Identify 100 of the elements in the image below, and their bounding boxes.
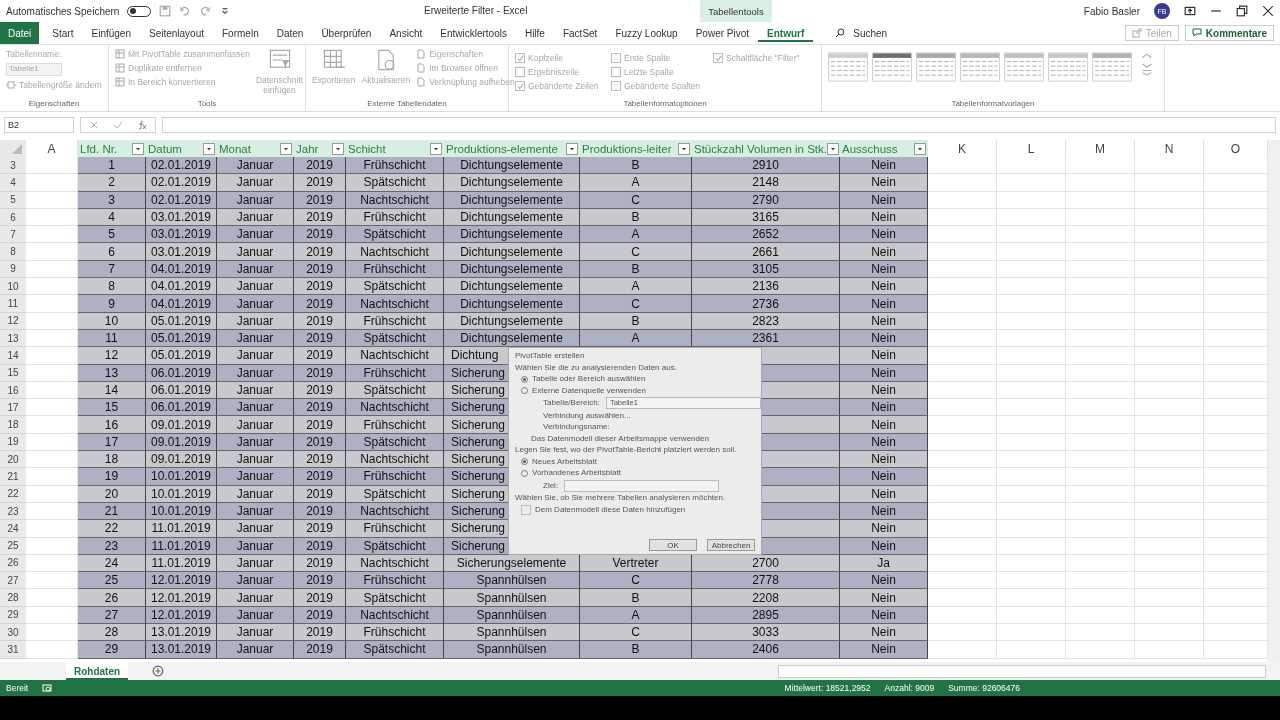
grid-cell[interactable] xyxy=(1204,520,1268,538)
grid-cell[interactable] xyxy=(1066,520,1135,538)
search-label[interactable]: Suchen xyxy=(853,27,888,39)
grid-cell[interactable] xyxy=(1204,572,1268,590)
row-header[interactable]: 27 xyxy=(0,572,26,590)
grid-cell[interactable] xyxy=(928,347,997,365)
grid-cell[interactable] xyxy=(997,157,1066,175)
grid-cell[interactable] xyxy=(1204,278,1268,296)
grid-cell[interactable] xyxy=(997,451,1066,469)
ribbon-tab[interactable]: Einfügen xyxy=(82,22,140,44)
table-style-thumbnail[interactable] xyxy=(828,51,869,83)
grid-cell[interactable] xyxy=(928,278,997,296)
grid-cell[interactable] xyxy=(1135,174,1204,192)
grid-cell[interactable] xyxy=(1135,520,1204,538)
grid-cell[interactable] xyxy=(997,520,1066,538)
grid-cell[interactable] xyxy=(26,416,78,434)
grid-cell[interactable] xyxy=(997,624,1066,642)
filter-dropdown-icon[interactable] xyxy=(132,142,144,155)
filter-dropdown-icon[interactable] xyxy=(566,142,578,155)
grid-cell[interactable] xyxy=(1204,416,1268,434)
row-header[interactable]: 11 xyxy=(0,295,26,313)
grid-cell[interactable] xyxy=(1135,451,1204,469)
grid-cell[interactable] xyxy=(1066,243,1135,261)
grid-cell[interactable] xyxy=(997,399,1066,417)
row-header[interactable]: 31 xyxy=(0,641,26,659)
grid-cell[interactable] xyxy=(1135,295,1204,313)
grid-cell[interactable] xyxy=(26,174,78,192)
grid-cell[interactable] xyxy=(26,451,78,469)
grid-cell[interactable] xyxy=(1135,624,1204,642)
grid-cell[interactable] xyxy=(1204,468,1268,486)
row-header[interactable]: 18 xyxy=(0,416,26,434)
filter-dropdown-icon[interactable] xyxy=(280,142,292,155)
ribbon-tab[interactable]: Überprüfen xyxy=(312,22,381,44)
grid-cell[interactable] xyxy=(928,174,997,192)
grid-cell[interactable] xyxy=(928,226,997,244)
table-style-thumbnail[interactable] xyxy=(1092,51,1133,83)
grid-cell[interactable] xyxy=(997,295,1066,313)
grid-cell[interactable] xyxy=(1204,589,1268,607)
ribbon-tab[interactable]: Entwurf xyxy=(758,24,814,42)
grid-cell[interactable] xyxy=(26,641,78,659)
grid-cell[interactable] xyxy=(1066,572,1135,590)
grid-cell[interactable] xyxy=(26,572,78,590)
grid-cell[interactable] xyxy=(1135,589,1204,607)
grid-cell[interactable] xyxy=(26,468,78,486)
ok-button[interactable]: OK xyxy=(649,539,697,551)
grid-cell[interactable] xyxy=(928,243,997,261)
name-box[interactable]: B2 xyxy=(4,117,74,133)
grid-cell[interactable] xyxy=(26,624,78,642)
grid-cell[interactable] xyxy=(928,520,997,538)
grid-cell[interactable] xyxy=(928,451,997,469)
grid-cell[interactable] xyxy=(1066,589,1135,607)
row-header[interactable]: 3 xyxy=(0,157,26,175)
grid-cell[interactable] xyxy=(1066,624,1135,642)
grid-cell[interactable] xyxy=(26,520,78,538)
grid-cell[interactable] xyxy=(1135,243,1204,261)
filter-dropdown-icon[interactable] xyxy=(678,142,690,155)
grid-cell[interactable] xyxy=(1204,295,1268,313)
horizontal-scrollbar[interactable] xyxy=(778,664,1266,678)
grid-cell[interactable] xyxy=(1135,468,1204,486)
grid-cell[interactable] xyxy=(928,295,997,313)
grid-cell[interactable] xyxy=(1204,399,1268,417)
grid-cell[interactable] xyxy=(928,416,997,434)
grid-cell[interactable] xyxy=(928,641,997,659)
grid-cell[interactable] xyxy=(997,589,1066,607)
grid-cell[interactable] xyxy=(1066,451,1135,469)
vertical-scrollbar[interactable] xyxy=(1268,140,1280,662)
grid-cell[interactable] xyxy=(26,295,78,313)
ribbon-tab[interactable]: Ansicht xyxy=(380,22,432,44)
row-header[interactable]: 21 xyxy=(0,468,26,486)
row-header[interactable]: 20 xyxy=(0,451,26,469)
grid-cell[interactable] xyxy=(1204,347,1268,365)
grid-cell[interactable] xyxy=(997,226,1066,244)
row-header[interactable]: 30 xyxy=(0,624,26,642)
grid-cell[interactable] xyxy=(928,589,997,607)
grid-cell[interactable] xyxy=(1204,174,1268,192)
grid-cell[interactable] xyxy=(997,278,1066,296)
grid-cell[interactable] xyxy=(1135,416,1204,434)
table-style-thumbnail[interactable] xyxy=(960,51,1001,83)
comments-button[interactable]: Kommentare xyxy=(1184,25,1274,41)
formula-input[interactable] xyxy=(162,117,1276,133)
grid-cell[interactable] xyxy=(1204,226,1268,244)
row-header[interactable]: 4 xyxy=(0,174,26,192)
grid-cell[interactable] xyxy=(1135,641,1204,659)
grid-cell[interactable] xyxy=(1135,399,1204,417)
grid-cell[interactable] xyxy=(1066,226,1135,244)
grid-cell[interactable] xyxy=(26,347,78,365)
grid-cell[interactable] xyxy=(928,399,997,417)
grid-cell[interactable] xyxy=(1066,174,1135,192)
autosave-toggle[interactable] xyxy=(127,5,152,17)
cancel-button[interactable]: Abbrechen xyxy=(707,539,755,551)
filter-dropdown-icon[interactable] xyxy=(430,142,442,155)
grid-cell[interactable] xyxy=(1135,278,1204,296)
ribbon-tab[interactable]: Hilfe xyxy=(515,22,554,44)
grid-cell[interactable] xyxy=(1066,295,1135,313)
table-style-thumbnail[interactable] xyxy=(916,51,957,83)
row-header[interactable]: 24 xyxy=(0,520,26,538)
ribbon-tab[interactable]: Formeln xyxy=(213,22,268,44)
file-tab[interactable]: Datei xyxy=(0,22,40,44)
table-style-thumbnail[interactable] xyxy=(1048,51,1089,83)
grid-cell[interactable] xyxy=(26,157,78,175)
